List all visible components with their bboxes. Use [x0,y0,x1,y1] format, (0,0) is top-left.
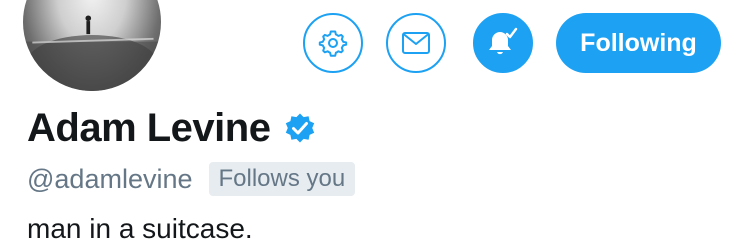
concert-photo [23,15,161,91]
profile-avatar[interactable] [18,0,166,96]
follows-you-badge: Follows you [208,162,356,196]
settings-button[interactable] [303,13,363,73]
bell-check-icon [489,27,518,55]
profile-name-row: Adam Levine [27,100,318,156]
username-handle: @adamlevine [27,163,193,194]
display-name: Adam Levine [27,105,271,150]
verified-badge-icon [286,113,315,143]
profile-bio: man in a suitcase. [27,213,253,244]
following-button[interactable]: Following [556,13,721,73]
message-button[interactable] [386,13,446,73]
gear-icon [318,30,348,57]
envelope-icon [402,32,430,54]
notifications-button[interactable] [473,13,533,73]
handle-row: @adamlevine Follows you [27,161,356,197]
